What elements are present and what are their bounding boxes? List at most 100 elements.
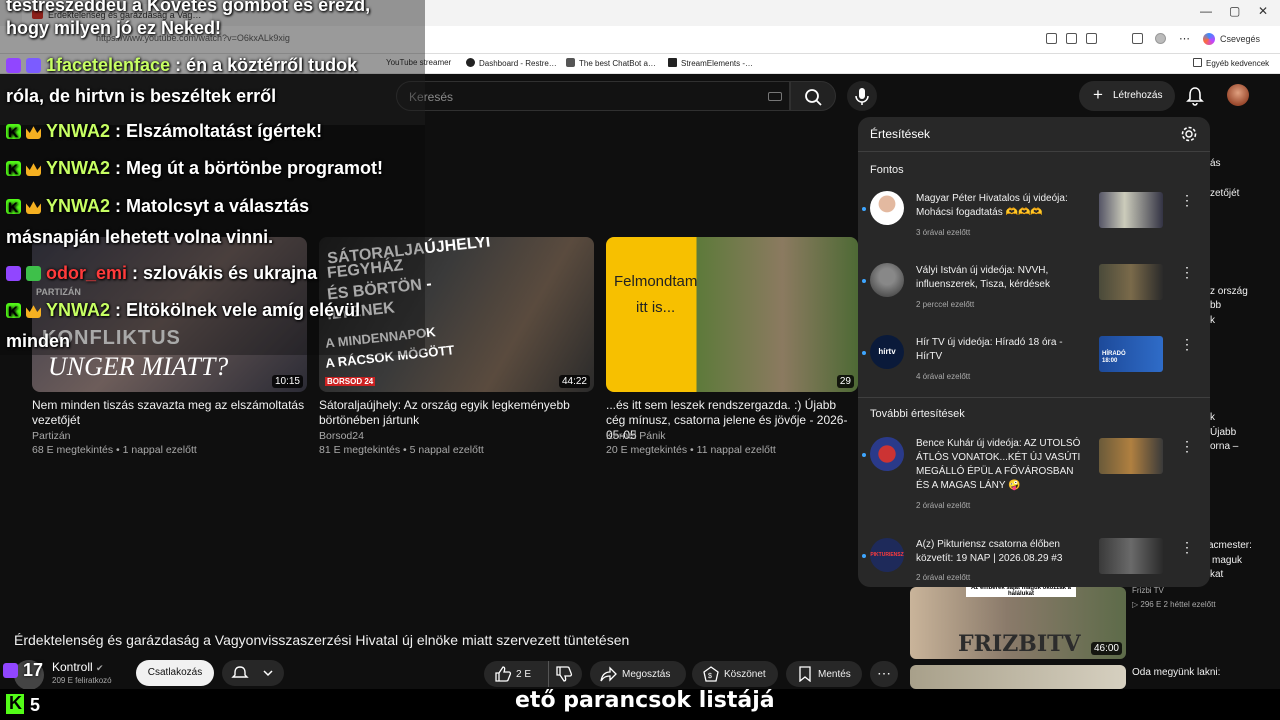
notification-menu-icon[interactable]: ⋮ [1180, 337, 1194, 351]
notification-menu-icon[interactable]: ⋮ [1180, 540, 1194, 554]
create-button[interactable]: + Létrehozás [1079, 81, 1175, 111]
bookmark-label: StreamElements -… [681, 59, 754, 68]
keyboard-icon[interactable] [768, 92, 782, 101]
video-title[interactable]: Nem minden tiszás szavazta meg az elszám… [32, 398, 307, 428]
notification-item[interactable]: Vályi István új videója: NVVH, influensz… [858, 261, 1210, 319]
zoom-icon[interactable] [1046, 33, 1057, 44]
notification-menu-icon[interactable]: ⋮ [1180, 265, 1194, 279]
channel-name[interactable]: Kontroll ✔ [52, 660, 104, 674]
notification-time: 2 perccel ezelőtt [916, 300, 975, 309]
chat-username: 1facetelenface [46, 55, 171, 75]
screen: Érdektelenség és garázdaság a Vag… — ▢ ✕… [0, 0, 1280, 720]
chat-username: YNWA2 [46, 196, 111, 216]
bookmark-dashboard[interactable]: Dashboard - Restre… [466, 58, 557, 68]
apps-icon[interactable] [1066, 33, 1077, 44]
subscription-bell-button[interactable] [222, 660, 284, 686]
sidebar-text-fragment: orna – [1210, 441, 1239, 452]
profile-icon[interactable] [1155, 33, 1166, 44]
chat-message: hogy milyen jó ez Neked! [6, 18, 222, 38]
channel-avatar: PIKTURIENSZ [870, 538, 904, 572]
sidebar-video-title[interactable]: Oda megyünk lakni: [1132, 667, 1220, 678]
bookmark-other[interactable]: Egyéb kedvencek [1193, 58, 1269, 68]
bookmark-streamelements[interactable]: StreamElements -… [668, 58, 753, 68]
video-duration: 44:22 [558, 375, 590, 388]
more-menu-icon[interactable]: ⋯ [1179, 32, 1190, 45]
chat-message: : Eltökölnek vele amíg elévül [115, 300, 361, 320]
sidebar-video-title[interactable]: acmester: [1208, 540, 1252, 551]
join-button[interactable]: Csatlakozás [136, 660, 214, 686]
notification-text: Hír TV új videója: Híradó 18 óra - HírTV [916, 337, 1063, 362]
notifications-bell-icon[interactable] [1186, 86, 1204, 106]
notifications-title: Értesítések [870, 127, 931, 141]
thumbnail-text: Felmondtam [614, 273, 698, 290]
sidebar-video-channel[interactable]: Frizbi TV [1132, 586, 1164, 595]
twitch-count: 17 [23, 660, 44, 680]
account-avatar[interactable] [1227, 84, 1249, 106]
thumbnail-brand: FRIZBITV [958, 631, 1081, 657]
like-count: 2 E [516, 669, 532, 680]
sidebar-video-thumbnail[interactable] [910, 665, 1126, 689]
video-meta: 68 E megtekintés • 1 nappal ezelőtt [32, 444, 197, 456]
bookmark-chatbot[interactable]: The best ChatBot a… [566, 58, 656, 68]
chat-message: róla, de hirtvn is beszéltek erről [6, 86, 277, 106]
favorite-star-icon[interactable] [1086, 33, 1097, 44]
notification-time: 2 órával ezelőtt [916, 573, 971, 582]
chat-message: : Matolcsyt a választás [115, 196, 310, 216]
notification-thumbnail [1099, 438, 1163, 474]
notification-item[interactable]: Magyar Péter Hivatalos új videója: Mohác… [858, 189, 1210, 247]
chat-line: YNWA2 : Matolcsyt a választás [6, 195, 310, 218]
notification-item[interactable]: Bence Kuhár új videója: AZ UTOLSÓ ÁTLÓS … [858, 435, 1210, 515]
voice-search-button[interactable] [847, 81, 877, 111]
thanks-button[interactable]: $ Köszönet [692, 661, 778, 687]
kick-badge-icon [6, 158, 21, 180]
thanks-label: Köszönet [724, 669, 766, 680]
search-input[interactable]: Keresés [396, 81, 790, 111]
video-channel[interactable]: Borsod24 [319, 430, 364, 442]
sidebar-video-thumbnail[interactable]: Az emberek saját maguk okozzák a haláluk… [910, 587, 1126, 659]
dislike-button[interactable] [548, 661, 582, 687]
plus-icon: + [1093, 85, 1103, 104]
notification-menu-icon[interactable]: ⋮ [1180, 439, 1194, 453]
video-channel[interactable]: Kernel Pánik [606, 430, 666, 442]
notification-menu-icon[interactable]: ⋮ [1180, 193, 1194, 207]
chat-line: hogy milyen jó ez Neked! [6, 17, 221, 39]
maximize-icon[interactable]: ▢ [1229, 4, 1240, 18]
copilot-button[interactable]: Csevegés [1203, 33, 1260, 45]
notification-text: Bence Kuhár új videója: AZ UTOLSÓ ÁTLÓS … [916, 438, 1081, 491]
thumbnail-caption: Az emberek saját maguk okozzák a haláluk… [966, 587, 1076, 597]
share-icon [600, 666, 617, 682]
kick-badge-icon [6, 300, 21, 322]
video-player-title: Érdektelenség és garázdaság a Vagyonviss… [14, 632, 630, 648]
save-button[interactable]: Mentés [786, 661, 862, 687]
search-button[interactable] [790, 81, 836, 111]
bookmark-label: The best ChatBot a… [579, 59, 656, 68]
sidebar-text-fragment: Újabb [1210, 427, 1237, 438]
minimize-icon[interactable]: — [1200, 4, 1212, 18]
sidebar-video-title[interactable]: maguk [1212, 555, 1242, 566]
notification-item[interactable]: hírtv Hír TV új videója: Híradó 18 óra -… [858, 333, 1210, 391]
close-icon[interactable]: ✕ [1258, 4, 1268, 18]
unread-dot [862, 351, 866, 355]
sidebar-text-fragment: zetőjét [1210, 188, 1240, 199]
notification-item[interactable]: PIKTURIENSZ A(z) Pikturiensz csatorna él… [858, 536, 1210, 586]
chat-line: másnapján lehetett volna vinni. [6, 226, 273, 248]
settings-gear-icon[interactable] [1180, 125, 1198, 143]
divider [858, 151, 1210, 152]
notification-thumbnail [1099, 538, 1163, 574]
chat-message: másnapján lehetett volna vinni. [6, 227, 274, 247]
share-button[interactable]: Megosztás [590, 661, 686, 687]
chat-message: : én a köztérről tudok [175, 55, 358, 75]
video-title[interactable]: Sátoraljaújhely: Az ország egyik legkemé… [319, 398, 594, 428]
unread-dot [862, 453, 866, 457]
sidebar-video-title[interactable]: kat [1210, 569, 1223, 580]
chatbot-icon [566, 58, 575, 67]
restream-icon [466, 58, 475, 67]
channel-avatar [870, 191, 904, 225]
chat-message: : Meg út a börtönbe programot! [115, 158, 384, 178]
video-thumbnail[interactable]: Felmondtam itt is... 29 [606, 237, 858, 392]
unread-dot [862, 554, 866, 558]
extensions-icon[interactable] [1132, 33, 1143, 44]
streamelements-icon [668, 58, 677, 67]
video-channel[interactable]: Partizán [32, 430, 71, 442]
more-actions-button[interactable]: ⋯ [870, 661, 898, 687]
